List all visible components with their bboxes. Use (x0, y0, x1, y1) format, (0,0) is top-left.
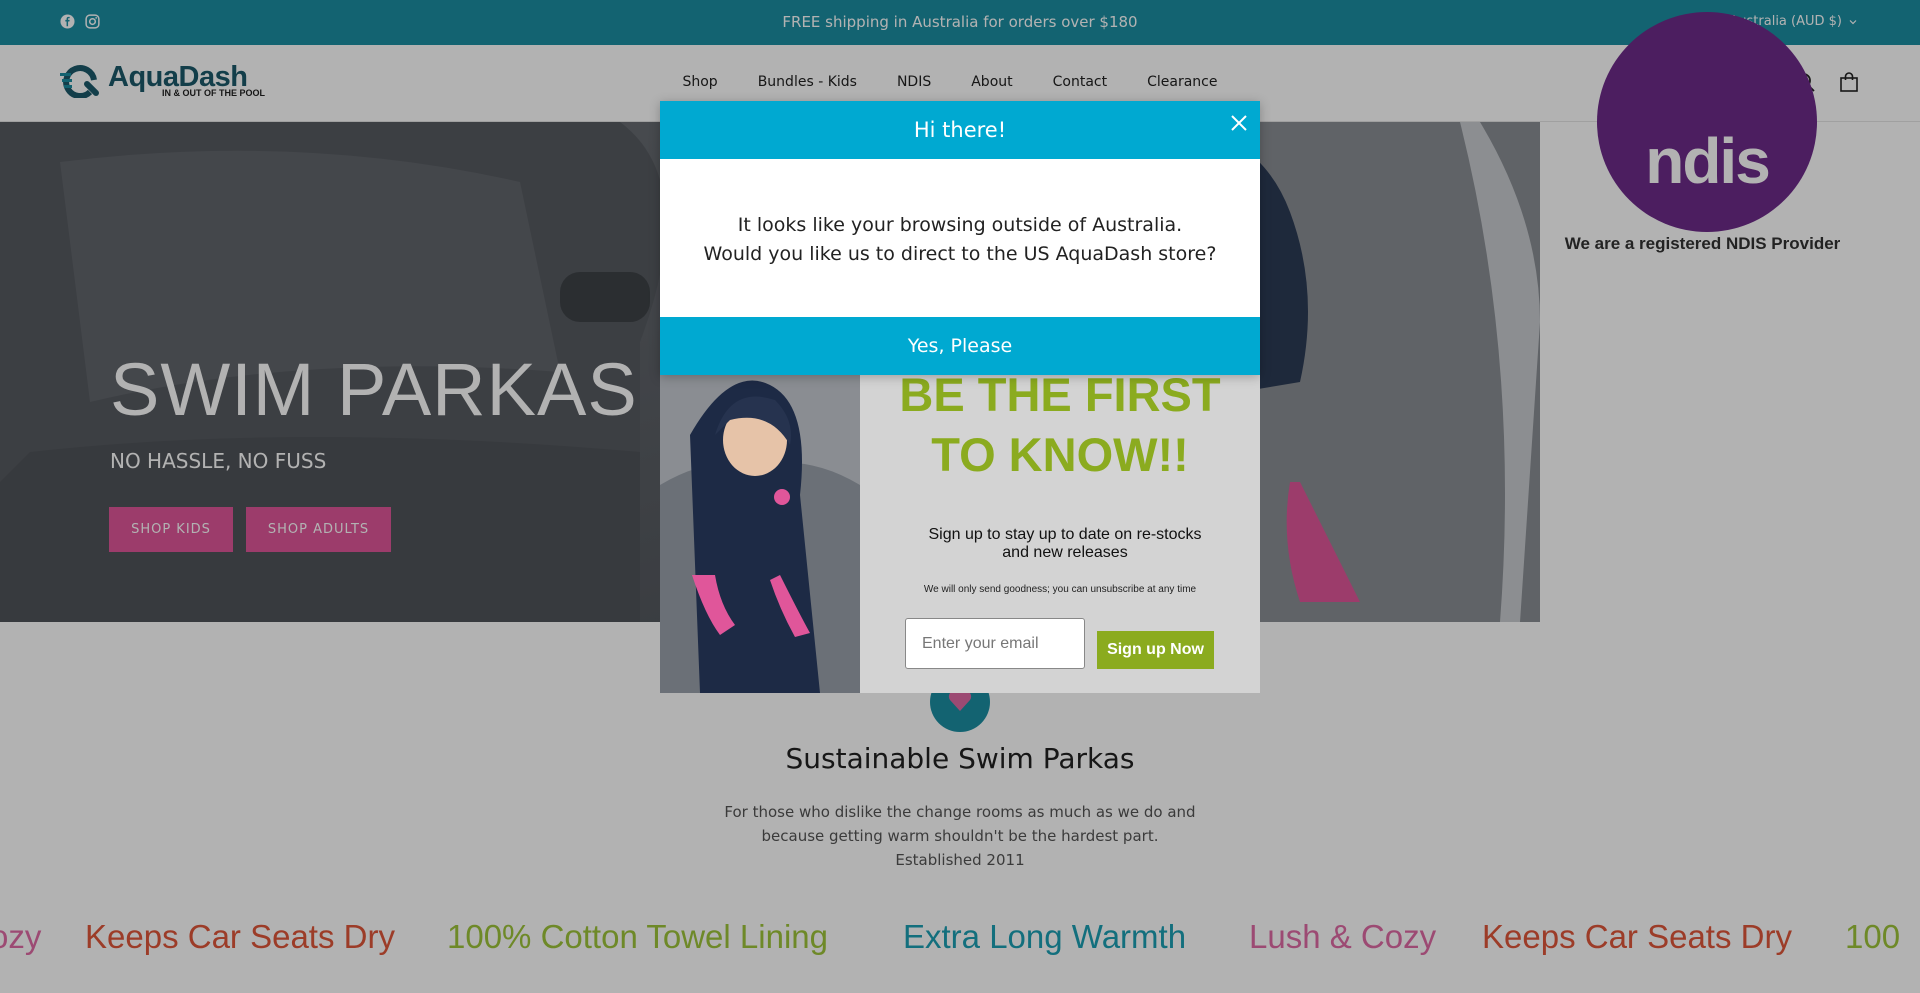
yes-please-button[interactable]: Yes, Please (660, 317, 1260, 375)
geo-popup-line: Would you like us to direct to the US Aq… (703, 243, 1217, 265)
email-field[interactable] (905, 618, 1085, 669)
signup-popup: BE THE FIRST TO KNOW!! Sign up to stay u… (660, 375, 1260, 693)
signup-headline-line1: BE THE FIRST (899, 375, 1221, 421)
signup-headline-line2: TO KNOW!! (931, 428, 1189, 481)
geo-redirect-popup: Hi there! It looks like your browsing ou… (660, 101, 1260, 375)
geo-popup-title: Hi there! (660, 101, 1260, 159)
signup-content: BE THE FIRST TO KNOW!! Sign up to stay u… (860, 375, 1260, 693)
close-icon[interactable] (1228, 112, 1250, 134)
sign-up-button[interactable]: Sign up Now (1097, 631, 1214, 669)
signup-description: Sign up to stay up to date on re-stocks … (928, 526, 1202, 561)
geo-popup-line: It looks like your browsing outside of A… (737, 214, 1183, 236)
signup-photo (660, 375, 860, 693)
child-in-parka-image (660, 375, 860, 693)
signup-fine-print: We will only send goodness; you can unsu… (923, 584, 1197, 595)
geo-popup-message: It looks like your browsing outside of A… (660, 211, 1260, 269)
